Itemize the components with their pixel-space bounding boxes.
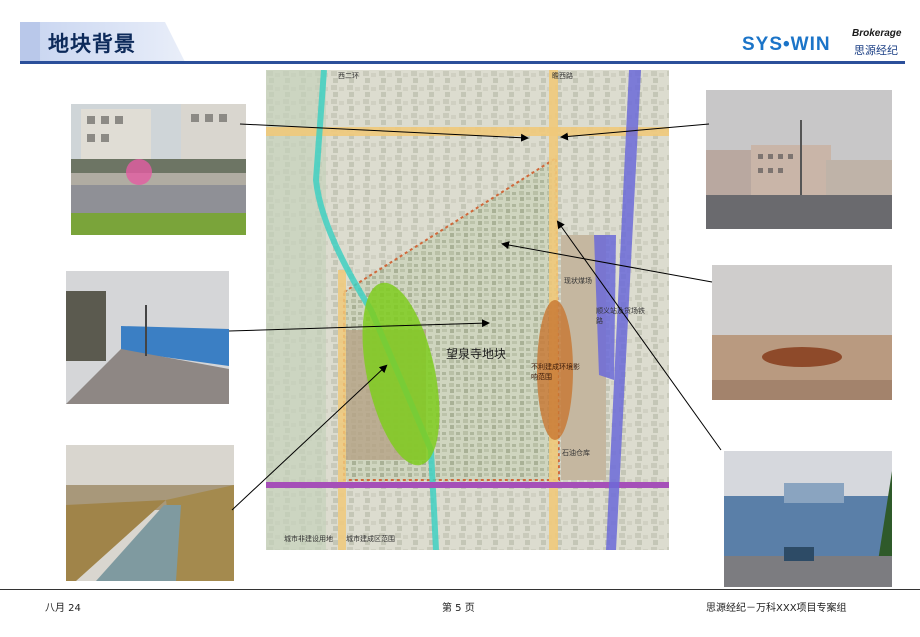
map-label-impact: 不利建成环境影响范围	[531, 363, 580, 381]
photo-intersection	[706, 90, 892, 229]
map-label-station: 顺义站及货场铁路	[596, 307, 645, 325]
map-legend-built: 城市建成区范围	[346, 535, 395, 543]
map-label-north-road: 瞻西路	[552, 72, 573, 80]
photo-commercial-building	[724, 451, 892, 587]
footer-company: 思源经纪－万科XXX项目专案组	[706, 603, 847, 614]
map-legend-non-built: 城市非建设用地	[284, 535, 333, 543]
map-label-west-road: 西二环	[338, 72, 359, 80]
site-map: 西二环 瞻西路 望泉寺地块 现状煤场 顺义站及货场铁路 不利建成环境影响范围 石…	[266, 69, 669, 551]
map-label-status: 现状煤场	[564, 277, 592, 285]
logo-sub-text: Brokerage	[852, 28, 902, 39]
footer-date: 八月 24	[45, 603, 81, 614]
footer-page-number: 第 5 页	[442, 603, 475, 614]
company-logo: SYS•WIN Brokerage 思源经纪	[742, 28, 907, 58]
photo-coal-yard	[712, 265, 892, 400]
map-label-depot: 石油仓库	[562, 449, 590, 457]
photo-residential-street	[71, 104, 246, 235]
logo-main-text: SYS•WIN	[742, 34, 831, 55]
footer-divider	[0, 589, 920, 590]
page-title: 地块背景	[48, 32, 136, 56]
header-divider	[20, 61, 905, 64]
photo-river	[66, 445, 234, 581]
photo-village-lane	[66, 271, 229, 404]
map-label-site: 望泉寺地块	[446, 347, 507, 361]
logo-cn-text: 思源经纪	[854, 44, 898, 57]
